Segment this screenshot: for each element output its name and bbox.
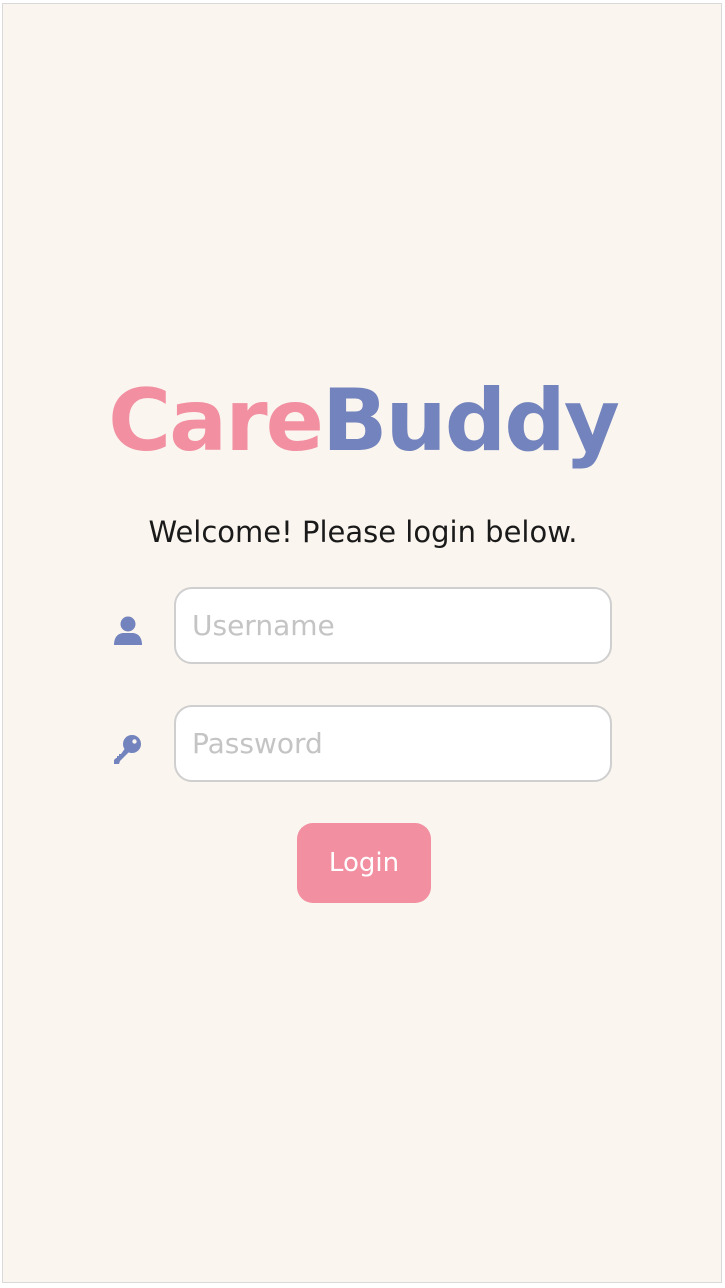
logo-buddy-text: Buddy [321,371,620,471]
key-icon [114,735,141,764]
app-logo: CareBuddy [3,366,721,476]
username-input[interactable] [174,587,612,664]
login-screen: CareBuddy Welcome! Please login below. L… [2,3,722,1283]
login-button[interactable]: Login [297,823,431,903]
password-input[interactable] [174,705,612,782]
welcome-message: Welcome! Please login below. [148,515,578,549]
logo-care-text: Care [108,371,324,471]
user-icon [114,616,142,645]
